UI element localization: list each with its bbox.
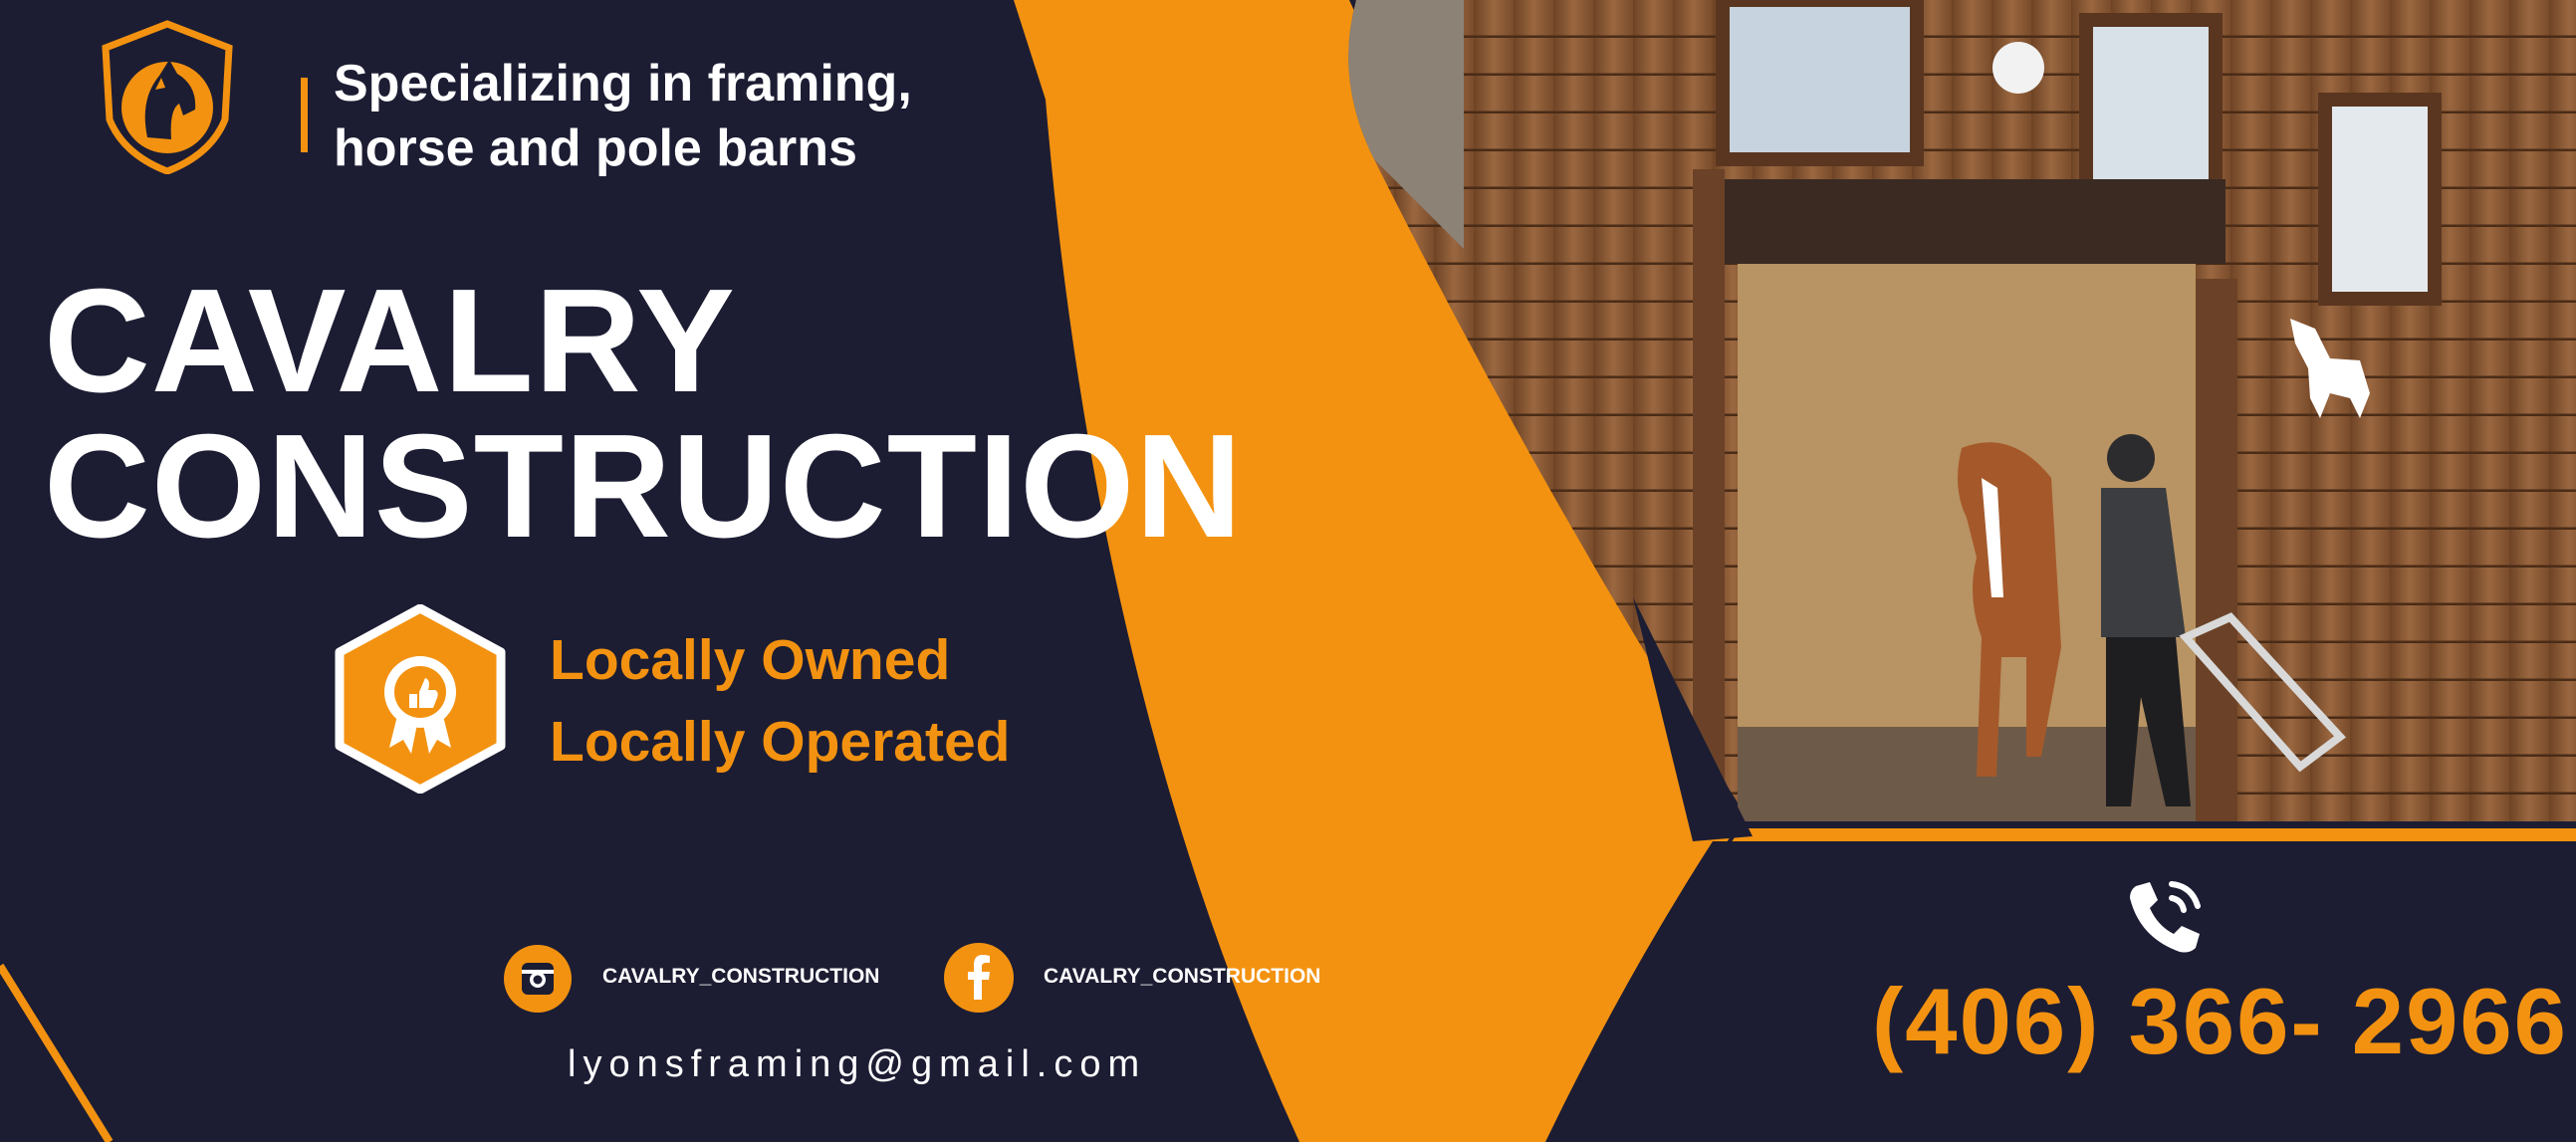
instagram-icon[interactable] (503, 944, 573, 1014)
thumbs-up-badge-icon (335, 604, 506, 794)
horse-shield-logo-icon (102, 20, 233, 174)
facebook-icon[interactable] (943, 942, 1015, 1014)
email-address[interactable]: lyonsframing@gmail.com (568, 1043, 1146, 1086)
tagline-line-1: Specializing in framing, (334, 55, 912, 113)
feature-locally-owned: Locally Owned (550, 628, 951, 692)
tagline-line-2: horse and pole barns (334, 119, 857, 177)
tagline-divider (301, 78, 308, 152)
title-line-2: CONSTRUCTION (44, 404, 1244, 569)
phone-icon (2130, 881, 2201, 953)
tagline: Specializing in framing, horse and pole … (334, 52, 912, 181)
company-title: CAVALRY CONSTRUCTION (44, 259, 1244, 569)
banner: Specializing in framing, horse and pole … (0, 0, 2576, 1142)
instagram-handle[interactable]: CAVALRY_CONSTRUCTION (602, 965, 879, 989)
phone-number[interactable]: (406) 366- 2966 (1872, 968, 2568, 1075)
title-line-1: CAVALRY (44, 259, 736, 423)
facebook-handle[interactable]: CAVALRY_CONSTRUCTION (1044, 965, 1320, 989)
feature-locally-operated: Locally Operated (550, 710, 1011, 774)
feature-list: Locally Owned Locally Operated (550, 619, 1011, 783)
